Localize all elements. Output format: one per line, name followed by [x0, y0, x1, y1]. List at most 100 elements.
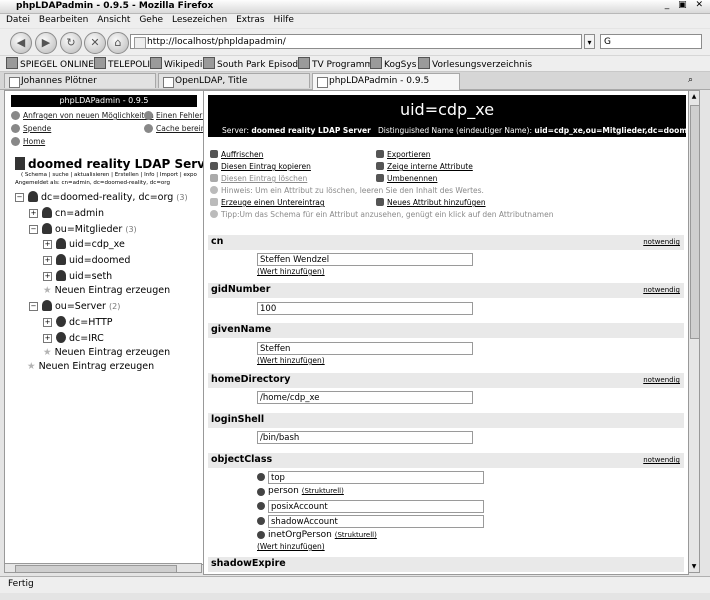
givenname-input[interactable]: Steffen	[257, 342, 473, 355]
scrollbar-thumb[interactable]	[690, 105, 700, 339]
feature-request-link[interactable]: Anfragen von neuen Möglichkeiten	[23, 111, 154, 120]
info-icon[interactable]	[257, 488, 265, 496]
expand-icon[interactable]: +	[43, 334, 52, 343]
tree-node-admin[interactable]: + cn=admin	[29, 207, 104, 219]
attribute-name[interactable]: loginShell	[211, 414, 264, 425]
info-icon[interactable]	[257, 502, 265, 510]
purge-cache-link[interactable]: Cache bereini	[156, 124, 203, 133]
forward-button[interactable]: ▶	[35, 32, 57, 54]
tree-new-entry[interactable]: ★ Neuen Eintrag erzeugen	[27, 361, 154, 372]
tab-johannes[interactable]: Johannes Plötner	[4, 73, 156, 88]
scroll-down-icon[interactable]: ▼	[690, 562, 698, 571]
tree-node-http[interactable]: + dc=HTTP	[43, 316, 113, 328]
attribute-name[interactable]: shadowExpire	[211, 558, 286, 569]
menu-gehe[interactable]: Gehe	[139, 15, 163, 25]
tree-node-member[interactable]: + uid=doomed	[43, 254, 130, 266]
gidnumber-input[interactable]: 100	[257, 302, 473, 315]
rename-action[interactable]: Umbenennen	[376, 174, 437, 183]
info-icon[interactable]	[257, 517, 265, 525]
tree-horizontal-scrollbar[interactable]	[4, 563, 202, 573]
objectclass-person: person (Strukturell)	[268, 486, 344, 496]
window-controls[interactable]: _ ▣ ✕	[665, 0, 706, 10]
stop-button[interactable]: ✕	[84, 32, 106, 54]
menu-datei[interactable]: Datei	[6, 15, 30, 25]
expand-icon[interactable]: +	[43, 256, 52, 265]
search-input[interactable]: G	[600, 34, 702, 49]
tree-new-entry[interactable]: ★ Neuen Eintrag erzeugen	[43, 285, 170, 296]
url-input[interactable]: http://localhost/phpldapadmin/	[130, 34, 582, 49]
structural-link[interactable]: (Strukturell)	[335, 531, 377, 539]
home-link[interactable]: Home	[23, 137, 45, 146]
refresh-icon	[210, 150, 218, 158]
info-icon[interactable]	[257, 473, 265, 481]
add-value-link[interactable]: (Wert hinzufügen)	[257, 356, 325, 365]
tree-node-member[interactable]: + uid=cdp_xe	[43, 238, 125, 250]
cn-input[interactable]: Steffen Wendzel	[257, 253, 473, 266]
window-title-bar[interactable]: phpLDAPadmin - 0.9.5 - Mozilla Firefox _…	[0, 0, 710, 14]
reload-button[interactable]: ↻	[60, 32, 82, 54]
bookmark-kogsys[interactable]: KogSys	[370, 57, 416, 70]
collapse-icon[interactable]: −	[15, 193, 24, 202]
bookmark-telepolis[interactable]: TELEPOLIS	[94, 57, 156, 70]
expand-icon[interactable]: +	[43, 318, 52, 327]
bookmark-south-park[interactable]: South Park Episodes	[203, 57, 308, 70]
bookmark-tv-programm[interactable]: TV Programm	[298, 57, 373, 70]
menu-lesezeichen[interactable]: Lesezeichen	[172, 15, 227, 25]
tree-node-irc[interactable]: + dc=IRC	[43, 332, 104, 344]
bug-report-link[interactable]: Einen Fehler b	[156, 111, 203, 120]
url-history-dropdown[interactable]: ▾	[584, 34, 595, 49]
donate-link[interactable]: Spende	[23, 124, 51, 133]
add-value-link[interactable]: (Wert hinzufügen)	[257, 542, 325, 551]
bookmark-vorlesungsverzeichnis[interactable]: Vorlesungsverzeichnis	[418, 57, 532, 70]
tab-phpldapadmin[interactable]: phpLDAPadmin - 0.9.5	[312, 73, 460, 90]
delete-entry-action[interactable]: Diesen Eintrag löschen	[210, 174, 307, 183]
attribute-name[interactable]: givenName	[211, 324, 271, 335]
server-links[interactable]: ( Schema | suche | aktualisieren | Erste…	[21, 172, 197, 178]
create-child-action[interactable]: Erzeuge einen Untereintrag	[210, 198, 325, 207]
objectclass-top-input[interactable]: top	[268, 471, 484, 484]
tree-node-server[interactable]: − ou=Server (2)	[29, 300, 120, 312]
expand-icon[interactable]: +	[29, 209, 38, 218]
export-action[interactable]: Exportieren	[376, 150, 431, 159]
expand-icon[interactable]: +	[43, 272, 52, 281]
bookmark-icon	[94, 57, 106, 69]
homedirectory-input[interactable]: /home/cdp_xe	[257, 391, 473, 404]
refresh-action[interactable]: Auffrischen	[210, 150, 263, 159]
tree-node-mitglieder[interactable]: − ou=Mitglieder (3)	[29, 223, 137, 235]
collapse-icon[interactable]: −	[29, 225, 38, 234]
attribute-name[interactable]: cn	[211, 236, 223, 247]
server-title: doomed reality LDAP Server	[15, 157, 203, 171]
attribute-name[interactable]: gidNumber	[211, 284, 270, 295]
scrollbar-thumb[interactable]	[15, 565, 177, 573]
tab-favicon-icon	[9, 77, 20, 88]
add-attribute-icon	[376, 198, 384, 206]
back-button[interactable]: ◀	[10, 32, 32, 54]
collapse-icon[interactable]: −	[29, 302, 38, 311]
attribute-name[interactable]: objectClass	[211, 454, 272, 465]
menu-hilfe[interactable]: Hilfe	[273, 15, 293, 25]
objectclass-posix-input[interactable]: posixAccount	[268, 500, 484, 513]
info-icon[interactable]	[257, 531, 265, 539]
bookmark-wikipedia[interactable]: Wikipedia	[150, 57, 208, 70]
entry-vertical-scrollbar[interactable]: ▲ ▼	[688, 90, 700, 573]
tab-openldap[interactable]: OpenLDAP, Title	[158, 73, 310, 88]
tab-list-icon[interactable]: ⌕	[688, 75, 693, 85]
new-attribute-action[interactable]: Neues Attribut hinzufügen	[376, 198, 486, 207]
objectclass-shadow-input[interactable]: shadowAccount	[268, 515, 484, 528]
tree-node-root[interactable]: − dc=doomed-reality, dc=org (3)	[15, 191, 188, 203]
attribute-name[interactable]: homeDirectory	[211, 374, 290, 385]
menu-extras[interactable]: Extras	[236, 15, 264, 25]
copy-entry-action[interactable]: Diesen Eintrag kopieren	[210, 162, 311, 171]
tree-new-entry[interactable]: ★ Neuen Eintrag erzeugen	[43, 347, 170, 358]
menu-bearbeiten[interactable]: Bearbeiten	[39, 15, 88, 25]
add-value-link[interactable]: (Wert hinzufügen)	[257, 267, 325, 276]
show-internal-attrs-action[interactable]: Zeige interne Attribute	[376, 162, 473, 171]
loginshell-input[interactable]: /bin/bash	[257, 431, 473, 444]
menu-ansicht[interactable]: Ansicht	[97, 15, 130, 25]
bookmark-spiegel[interactable]: SPIEGEL ONLINE	[6, 57, 94, 70]
structural-link[interactable]: (Strukturell)	[302, 487, 344, 495]
home-button[interactable]: ⌂	[107, 32, 129, 54]
tree-node-member[interactable]: + uid=seth	[43, 270, 112, 282]
expand-icon[interactable]: +	[43, 240, 52, 249]
scroll-up-icon[interactable]: ▲	[690, 92, 698, 101]
